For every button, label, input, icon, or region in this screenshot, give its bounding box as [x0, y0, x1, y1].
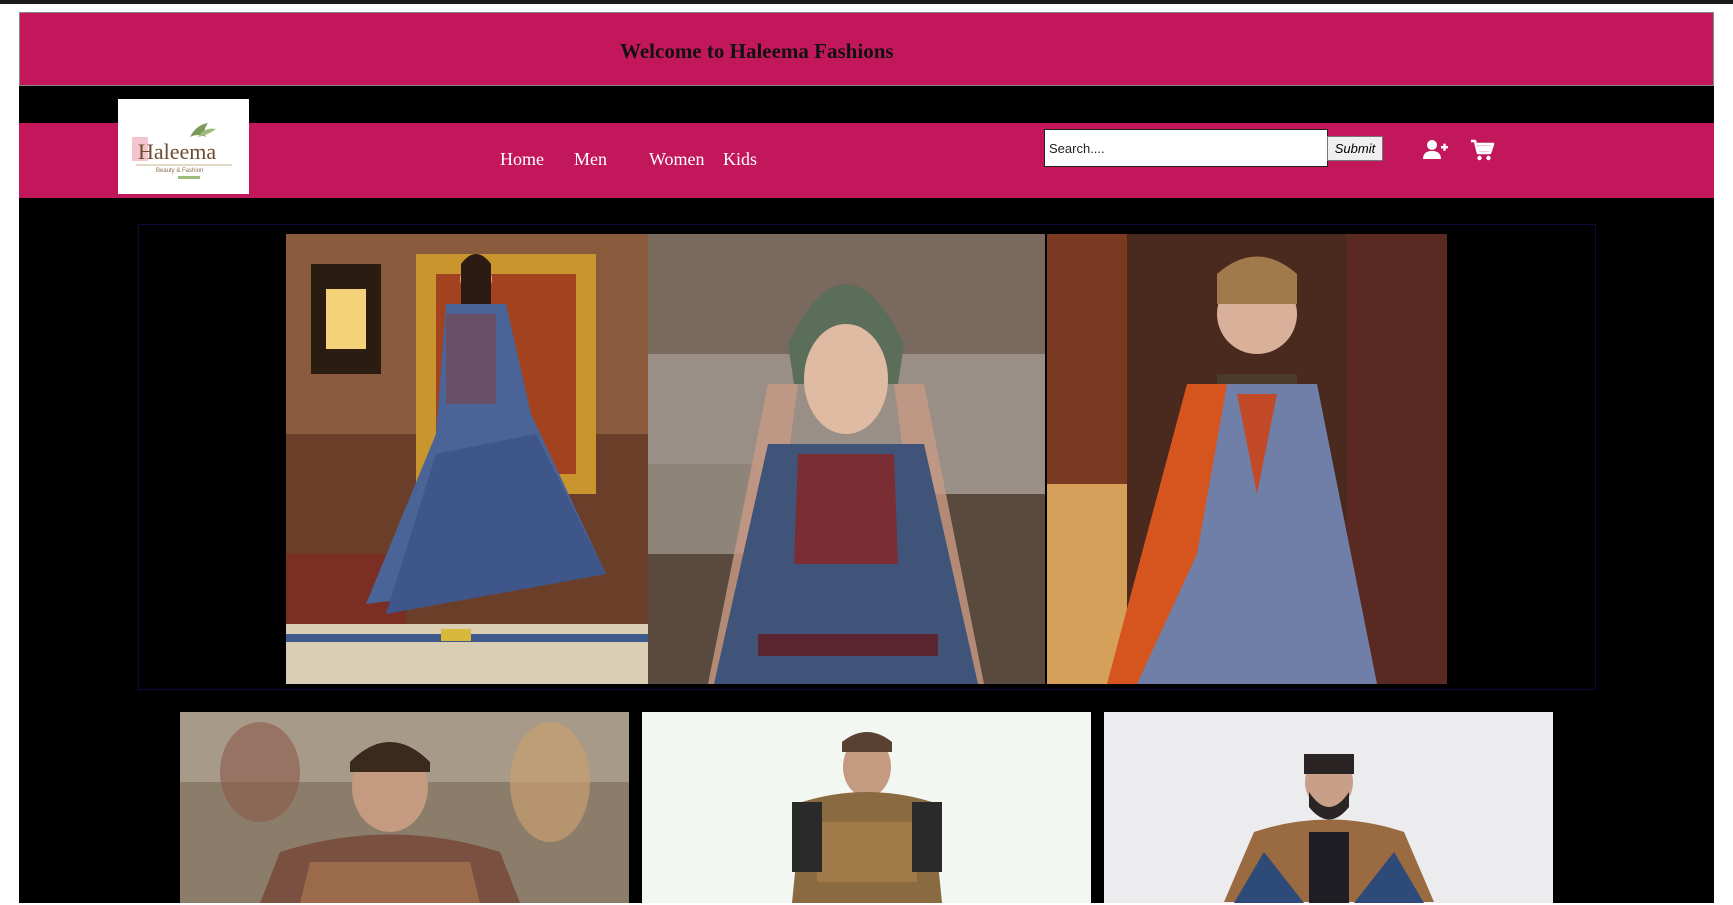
navigation-bar	[19, 123, 1714, 198]
top-rule	[0, 0, 1733, 4]
search-submit-button[interactable]: Submit	[1327, 136, 1383, 161]
product-card-1[interactable]	[180, 712, 629, 903]
welcome-banner: Welcome to Haleema Fashions	[19, 12, 1714, 86]
slide-image-1[interactable]	[286, 234, 648, 684]
product-card-2[interactable]	[642, 712, 1091, 903]
nav-women[interactable]: Women	[649, 149, 705, 170]
logo-brand-text: Haleema	[138, 139, 216, 164]
nav-men[interactable]: Men	[574, 149, 607, 170]
welcome-title: Welcome to Haleema Fashions	[620, 39, 894, 63]
cart-icon[interactable]	[1469, 137, 1495, 163]
logo-tagline: Beauty & Fashion	[156, 168, 203, 174]
logo-image: Haleema Beauty & Fashion	[128, 107, 239, 186]
slide-image-2[interactable]	[648, 234, 1045, 684]
nav-home[interactable]: Home	[500, 149, 544, 170]
search-input[interactable]	[1044, 129, 1328, 167]
site-logo[interactable]: Haleema Beauty & Fashion	[118, 99, 249, 194]
product-card-3[interactable]	[1104, 712, 1553, 903]
slide-image-3[interactable]	[1047, 234, 1447, 684]
add-user-icon[interactable]	[1422, 137, 1448, 163]
nav-kids[interactable]: Kids	[723, 149, 757, 170]
